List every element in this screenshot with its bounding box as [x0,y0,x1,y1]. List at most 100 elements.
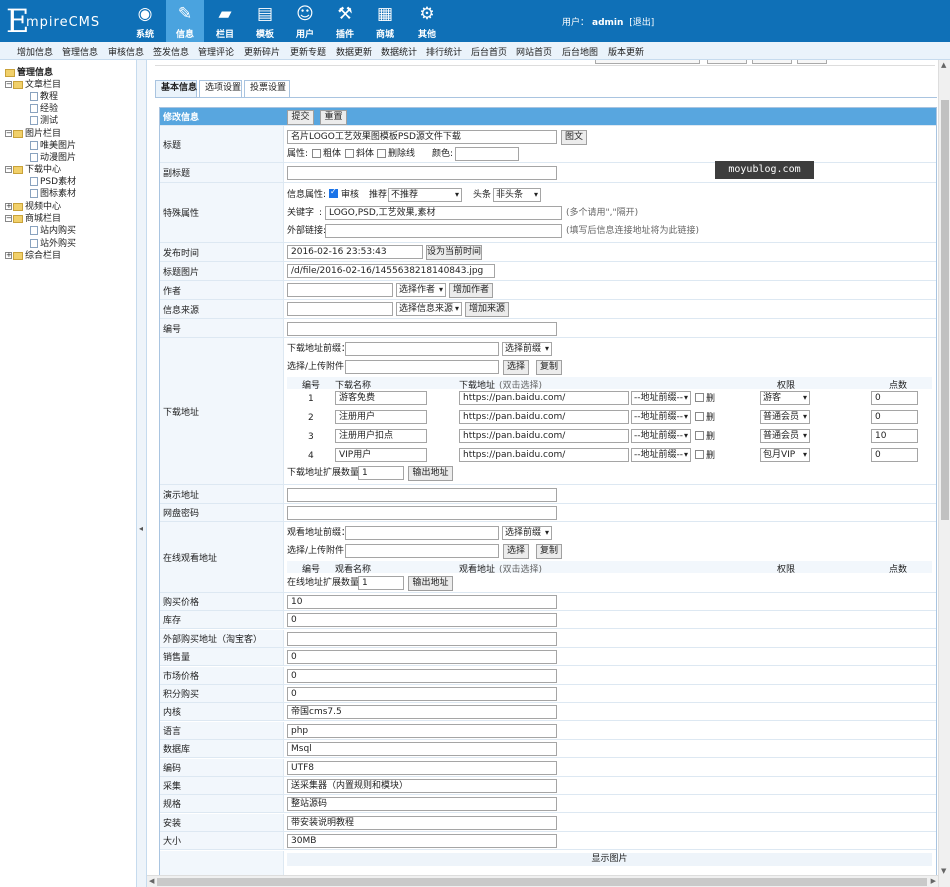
field-input[interactable]: 0 [287,669,557,683]
publish-time-input[interactable]: 2016-02-16 23:53:43 [287,245,423,259]
add-source-button[interactable]: 增加来源 [465,302,509,317]
submenu-item[interactable]: 数据更新 [336,45,372,58]
submenu-item[interactable]: 增加信息 [17,45,53,58]
dl-permission-select[interactable]: 普通会员 [760,410,810,424]
dl-expand-input[interactable]: 1 [358,466,404,480]
keywords-input[interactable]: LOGO,PSD,工艺效果,素材 [325,206,562,220]
nav-plugin[interactable]: ⚒ 插件 [326,0,364,42]
expand-toggle-icon[interactable]: + [5,203,12,210]
field-input[interactable]: 0 [287,687,557,701]
tab-basic[interactable]: 基本信息 [155,80,197,97]
submenu-item[interactable]: 版本更新 [608,45,644,58]
dl-delete-checkbox[interactable] [695,431,704,440]
expand-toggle-icon[interactable]: − [5,166,12,173]
demo-input[interactable] [287,488,557,502]
submenu-item[interactable]: 审核信息 [108,45,144,58]
submenu-item[interactable]: 后台首页 [471,45,507,58]
title-pic-input[interactable]: /d/file/2016-02-16/14556382181408​43.jpg [287,264,495,278]
field-input[interactable]: 10 [287,595,557,609]
author-input[interactable] [287,283,393,297]
subtitle-input[interactable] [287,166,557,180]
expand-toggle-icon[interactable]: − [5,130,12,137]
ol-choose-button[interactable]: 选择 [503,544,529,559]
dl-permission-select[interactable]: 游客 [760,391,810,405]
dl-name-input[interactable]: 注册用户扣点 [335,429,427,443]
headline-select[interactable]: 非头条 [493,188,541,202]
number-input[interactable] [287,322,557,336]
submenu-item[interactable]: 数据统计 [381,45,417,58]
submenu-item[interactable]: 更新碎片 [244,45,280,58]
dl-upload-input[interactable] [345,360,499,374]
submit-button[interactable]: 提交 [287,110,314,125]
ol-copy-button[interactable]: 复制 [536,544,562,559]
nav-shop[interactable]: ▦ 商城 [366,0,404,42]
nav-edit[interactable]: ✎ 信息 [166,0,204,42]
tree-item[interactable]: − 商城栏目 [5,213,61,225]
tree-item[interactable]: 站内购买 [30,225,76,237]
expand-toggle-icon[interactable]: + [5,252,12,259]
author-select[interactable]: 选择作者 [396,283,446,297]
nav-template[interactable]: ▤ 模板 [246,0,284,42]
add-author-button[interactable]: 增加作者 [449,283,493,298]
field-input[interactable]: 带安装说明教程 [287,816,557,830]
vertical-scrollbar[interactable]: ▲ ▼ [938,60,950,887]
submenu-item[interactable]: 排行统计 [426,45,462,58]
ol-prefix-select[interactable]: 选择前缀 [502,526,552,540]
tree-item[interactable]: + 综合栏目 [5,250,61,262]
dl-choose-button[interactable]: 选择 [503,360,529,375]
dl-output-button[interactable]: 输出地址 [408,466,453,481]
dl-permission-select[interactable]: 包月VIP [760,448,810,462]
nav-gear[interactable]: ⚙ 其他 [408,0,446,42]
tree-item[interactable]: − 图片栏目 [5,128,61,140]
field-input[interactable]: Msql [287,742,557,756]
tab-vote[interactable]: 投票设置 [244,80,290,97]
dl-url-input[interactable]: https://pan.baidu.com/ [459,448,629,462]
dl-points-input[interactable]: 0 [871,448,918,462]
source-input[interactable] [287,302,393,316]
ol-upload-input[interactable] [345,544,499,558]
dl-prefix-option[interactable]: --地址前缀-- [631,448,691,462]
horizontal-scrollbar[interactable]: ◀ ▶ [147,875,938,887]
logout-link[interactable]: [退出] [629,18,654,28]
ol-prefix-input[interactable] [345,526,499,540]
color-input[interactable] [455,147,519,161]
tab-options[interactable]: 选项设置 [199,80,242,97]
ol-expand-input[interactable]: 1 [358,576,404,590]
external-link-input[interactable] [325,224,562,238]
tree-item[interactable]: 教程 [30,91,58,103]
submenu-item[interactable]: 管理评论 [198,45,234,58]
dl-prefix-input[interactable] [345,342,499,356]
dl-url-input[interactable]: https://pan.baidu.com/ [459,410,629,424]
field-input[interactable]: 帝国cms7.5 [287,705,557,719]
submenu-item[interactable]: 签发信息 [153,45,189,58]
dl-points-input[interactable]: 10 [871,429,918,443]
audit-checkbox[interactable] [329,187,338,198]
field-input[interactable]: 整站源码 [287,797,557,811]
ol-output-button[interactable]: 输出地址 [408,576,453,591]
nav-globe[interactable]: ◉ 系统 [126,0,164,42]
title-image-button[interactable]: 图文 [561,130,587,145]
tree-item[interactable]: 图标素材 [30,188,76,200]
field-input[interactable]: 30MB [287,834,557,848]
recommend-select[interactable]: 不推荐 [388,188,462,202]
source-select[interactable]: 选择信息来源 [396,302,462,316]
submenu-item[interactable]: 网站首页 [516,45,552,58]
title-input[interactable]: 名片LOGO工艺效果图模板PSD源文件下载 [287,130,557,144]
dl-prefix-option[interactable]: --地址前缀-- [631,429,691,443]
dl-delete-checkbox[interactable] [695,393,704,402]
dl-points-input[interactable]: 0 [871,391,918,405]
sidebar-toggle[interactable]: ◂ [137,60,147,887]
bold-checkbox[interactable] [312,149,321,158]
nav-folder[interactable]: ▰ 栏目 [206,0,244,42]
dl-points-input[interactable]: 0 [871,410,918,424]
tree-item[interactable]: 测试 [30,115,58,127]
field-input[interactable]: 送采集器（内置规则和模块） [287,779,557,793]
dl-prefix-option[interactable]: --地址前缀-- [631,391,691,405]
italic-checkbox[interactable] [345,149,354,158]
dl-prefix-select[interactable]: 选择前缀 [502,342,552,356]
reset-button[interactable]: 重置 [320,110,347,125]
tree-item[interactable]: 经验 [30,103,58,115]
tree-root[interactable]: 管理信息 [5,67,53,79]
dl-name-input[interactable]: 注册用户 [335,410,427,424]
field-input[interactable]: UTF8 [287,761,557,775]
